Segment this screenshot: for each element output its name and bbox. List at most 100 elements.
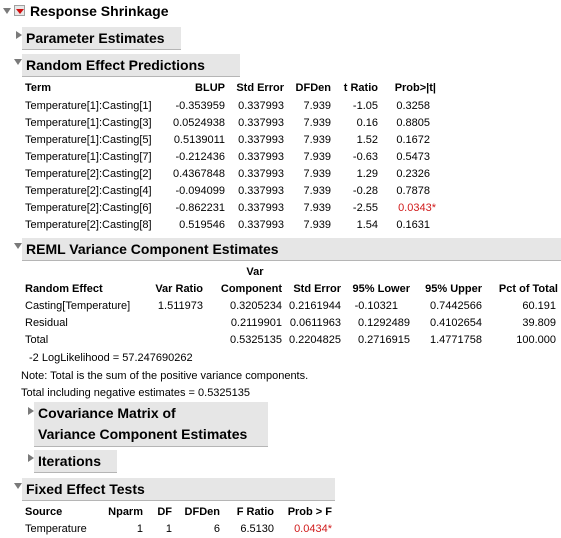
lower-95: 0.1292489 [358, 317, 410, 329]
disclosure-expanded-icon[interactable] [14, 483, 22, 489]
term: Temperature[2]:Casting[8] [25, 219, 152, 231]
blup: -0.353959 [175, 100, 225, 112]
dfden: 7.939 [303, 117, 331, 129]
dfden: 7.939 [303, 219, 331, 231]
blup: -0.094099 [175, 185, 225, 197]
col-header-pct-total: Pct of Total [498, 283, 558, 295]
f-ratio: 6.5130 [240, 523, 274, 535]
std-error: 0.2204825 [289, 334, 341, 346]
blup: 0.519546 [179, 219, 225, 231]
covariance-title-line1: Covariance Matrix of [38, 405, 176, 421]
std-error: 0.0611963 [289, 317, 341, 329]
col-header-nparm: Nparm [108, 506, 143, 518]
df: 1 [165, 523, 172, 535]
std-error: 0.337993 [238, 185, 284, 197]
term: Temperature[2]:Casting[6] [25, 202, 152, 214]
response-shrinkage-title[interactable]: Response Shrinkage [30, 3, 169, 19]
std-error: 0.337993 [238, 117, 284, 129]
std-error: 0.337993 [238, 202, 284, 214]
blup: 0.5139011 [173, 134, 225, 146]
nparm: 1 [136, 523, 143, 535]
term: Temperature[1]:Casting[3] [25, 117, 152, 129]
prob-t: 0.1672 [396, 134, 430, 146]
col-header-dfden: DFDen [295, 82, 331, 94]
col-header-95-lower: 95% Lower [352, 283, 410, 295]
col-header-source: Source [25, 506, 63, 518]
t-ratio: -2.55 [352, 202, 378, 214]
std-error: 0.337993 [238, 168, 284, 180]
source: Temperature [25, 523, 87, 535]
col-header-prob-f: Prob > F [287, 506, 332, 518]
col-header-prob-t: Prob>|t| [394, 82, 436, 94]
prob-t: 0.1631 [396, 219, 430, 231]
parameter-estimates-header[interactable]: Parameter Estimates [22, 27, 181, 50]
loglikelihood-text: -2 LogLikelihood = 57.247690262 [29, 352, 193, 364]
std-error: 0.337993 [238, 134, 284, 146]
t-ratio: -0.28 [352, 185, 378, 197]
prob-t: 0.2326 [396, 168, 430, 180]
dfden: 7.939 [303, 185, 331, 197]
term: Temperature[1]:Casting[5] [25, 134, 152, 146]
col-header-random-effect: Random Effect [25, 283, 103, 295]
upper-95: 0.4102654 [430, 317, 482, 329]
col-header-dfden: DFDen [184, 506, 220, 518]
disclosure-expanded-icon[interactable] [3, 8, 11, 14]
col-header-df: DF [157, 506, 172, 518]
blup: -0.212436 [175, 151, 225, 163]
col-header-var-component: Component [220, 283, 282, 295]
disclosure-expanded-icon[interactable] [14, 59, 22, 65]
covariance-title-line2: Variance Component Estimates [38, 426, 248, 442]
term: Temperature[2]:Casting[2] [25, 168, 152, 180]
t-ratio: -0.63 [352, 151, 378, 163]
lower-95: 0.2716915 [358, 334, 410, 346]
pct-total: 39.809 [522, 317, 556, 329]
std-error: 0.337993 [238, 100, 284, 112]
blup: 0.0524938 [173, 117, 225, 129]
dfden: 7.939 [303, 134, 331, 146]
random-effect: Residual [25, 317, 68, 329]
t-ratio: -1.05 [352, 100, 378, 112]
var-ratio: 1.511973 [157, 300, 203, 312]
dfden: 7.939 [303, 151, 331, 163]
prob-t-significant: 0.0343* [398, 202, 436, 214]
upper-95: 1.4771758 [430, 334, 482, 346]
iterations-header[interactable]: Iterations [34, 450, 117, 473]
upper-95: 0.7442566 [430, 300, 482, 312]
random-effect: Total [25, 334, 49, 346]
col-header-var-ratio: Var Ratio [155, 283, 203, 295]
fixed-effect-tests-header[interactable]: Fixed Effect Tests [22, 478, 335, 501]
covariance-matrix-header[interactable]: Covariance Matrix of Variance Component … [34, 402, 268, 447]
prob-t: 0.3258 [396, 100, 430, 112]
col-header-term: Term [25, 82, 52, 94]
blup: -0.862231 [175, 202, 225, 214]
red-triangle-menu-icon[interactable] [14, 5, 25, 16]
t-ratio: 1.54 [356, 219, 378, 231]
random-effect-predictions-header[interactable]: Random Effect Predictions [22, 54, 240, 77]
term: Temperature[1]:Casting[1] [25, 100, 152, 112]
col-header-var-top: Var [246, 266, 264, 278]
prob-t: 0.5473 [396, 151, 430, 163]
var-component: 0.5325135 [230, 334, 282, 346]
term: Temperature[2]:Casting[4] [25, 185, 152, 197]
dfden: 6 [213, 523, 220, 535]
std-error: 0.337993 [238, 151, 284, 163]
std-error: 0.337993 [238, 219, 284, 231]
col-header-std-error: Std Error [293, 283, 341, 295]
dfden: 7.939 [303, 100, 331, 112]
dfden: 7.939 [303, 202, 331, 214]
col-header-blup: BLUP [195, 82, 225, 94]
prob-f-significant: 0.0434* [294, 523, 332, 535]
term: Temperature[1]:Casting[7] [25, 151, 152, 163]
t-ratio: 1.52 [356, 134, 378, 146]
random-effect: Casting[Temperature] [25, 300, 131, 312]
dfden: 7.939 [303, 168, 331, 180]
col-header-t-ratio: t Ratio [343, 82, 378, 94]
prob-t: 0.7878 [396, 185, 430, 197]
reml-header[interactable]: REML Variance Component Estimates [22, 238, 561, 261]
col-header-f-ratio: F Ratio [236, 506, 274, 518]
disclosure-expanded-icon[interactable] [14, 243, 22, 249]
var-component: 0.3205234 [230, 300, 282, 312]
lower-95: -0.10321 [354, 300, 398, 312]
var-component: 0.2119901 [230, 317, 282, 329]
prob-t: 0.8805 [396, 117, 430, 129]
